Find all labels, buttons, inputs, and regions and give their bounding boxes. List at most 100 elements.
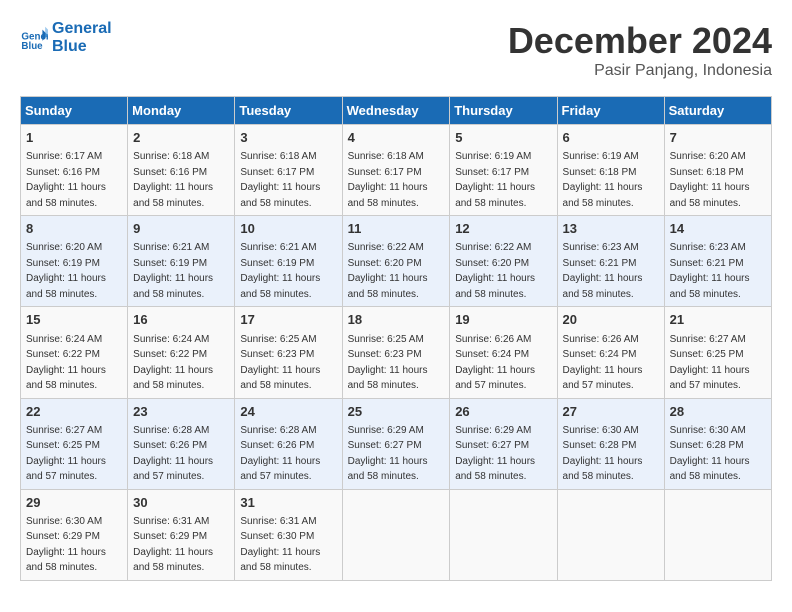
day-info: Sunrise: 6:24 AMSunset: 6:22 PMDaylight:…: [133, 334, 213, 392]
day-info: Sunrise: 6:31 AMSunset: 6:29 PMDaylight:…: [133, 516, 213, 574]
day-number: 8: [26, 220, 122, 238]
calendar-cell: 24 Sunrise: 6:28 AMSunset: 6:26 PMDayligh…: [235, 398, 342, 489]
calendar-header-row: SundayMondayTuesdayWednesdayThursdayFrid…: [21, 97, 772, 125]
calendar-week-row: 22 Sunrise: 6:27 AMSunset: 6:25 PMDayligh…: [21, 398, 772, 489]
calendar-cell: 28 Sunrise: 6:30 AMSunset: 6:28 PMDayligh…: [664, 398, 771, 489]
calendar-cell: 26 Sunrise: 6:29 AMSunset: 6:27 PMDayligh…: [450, 398, 557, 489]
day-number: 29: [26, 494, 122, 512]
day-info: Sunrise: 6:30 AMSunset: 6:29 PMDaylight:…: [26, 516, 106, 574]
col-header-saturday: Saturday: [664, 97, 771, 125]
col-header-monday: Monday: [128, 97, 235, 125]
calendar-cell: 14 Sunrise: 6:23 AMSunset: 6:21 PMDayligh…: [664, 216, 771, 307]
calendar-cell: 31 Sunrise: 6:31 AMSunset: 6:30 PMDayligh…: [235, 489, 342, 580]
col-header-tuesday: Tuesday: [235, 97, 342, 125]
day-info: Sunrise: 6:23 AMSunset: 6:21 PMDaylight:…: [670, 242, 750, 300]
day-info: Sunrise: 6:29 AMSunset: 6:27 PMDaylight:…: [455, 425, 535, 483]
calendar-cell: 17 Sunrise: 6:25 AMSunset: 6:23 PMDayligh…: [235, 307, 342, 398]
day-number: 6: [563, 129, 659, 147]
day-number: 23: [133, 403, 229, 421]
calendar-cell: [450, 489, 557, 580]
calendar-week-row: 29 Sunrise: 6:30 AMSunset: 6:29 PMDayligh…: [21, 489, 772, 580]
day-number: 20: [563, 311, 659, 329]
day-info: Sunrise: 6:18 AMSunset: 6:17 PMDaylight:…: [240, 151, 320, 209]
day-info: Sunrise: 6:19 AMSunset: 6:18 PMDaylight:…: [563, 151, 643, 209]
day-info: Sunrise: 6:30 AMSunset: 6:28 PMDaylight:…: [670, 425, 750, 483]
day-number: 21: [670, 311, 766, 329]
day-info: Sunrise: 6:22 AMSunset: 6:20 PMDaylight:…: [455, 242, 535, 300]
day-info: Sunrise: 6:28 AMSunset: 6:26 PMDaylight:…: [240, 425, 320, 483]
calendar-cell: 5Sunrise: 6:19 AMSunset: 6:17 PMDaylight…: [450, 125, 557, 216]
day-info: Sunrise: 6:25 AMSunset: 6:23 PMDaylight:…: [240, 334, 320, 392]
col-header-wednesday: Wednesday: [342, 97, 450, 125]
day-info: Sunrise: 6:23 AMSunset: 6:21 PMDaylight:…: [563, 242, 643, 300]
day-info: Sunrise: 6:31 AMSunset: 6:30 PMDaylight:…: [240, 516, 320, 574]
day-info: Sunrise: 6:26 AMSunset: 6:24 PMDaylight:…: [563, 334, 643, 392]
day-number: 28: [670, 403, 766, 421]
day-info: Sunrise: 6:20 AMSunset: 6:19 PMDaylight:…: [26, 242, 106, 300]
day-info: Sunrise: 6:17 AMSunset: 6:16 PMDaylight:…: [26, 151, 106, 209]
calendar-week-row: 15 Sunrise: 6:24 AMSunset: 6:22 PMDayligh…: [21, 307, 772, 398]
day-number: 3: [240, 129, 336, 147]
day-number: 24: [240, 403, 336, 421]
calendar-cell: 22 Sunrise: 6:27 AMSunset: 6:25 PMDayligh…: [21, 398, 128, 489]
title-area: December 2024 Pasir Panjang, Indonesia: [508, 20, 772, 80]
day-info: Sunrise: 6:27 AMSunset: 6:25 PMDaylight:…: [26, 425, 106, 483]
calendar-cell: 19Sunrise: 6:26 AMSunset: 6:24 PMDayligh…: [450, 307, 557, 398]
day-number: 5: [455, 129, 551, 147]
calendar-cell: 20 Sunrise: 6:26 AMSunset: 6:24 PMDayligh…: [557, 307, 664, 398]
day-number: 27: [563, 403, 659, 421]
day-info: Sunrise: 6:18 AMSunset: 6:16 PMDaylight:…: [133, 151, 213, 209]
day-number: 16: [133, 311, 229, 329]
day-number: 1: [26, 129, 122, 147]
day-number: 26: [455, 403, 551, 421]
day-info: Sunrise: 6:25 AMSunset: 6:23 PMDaylight:…: [348, 334, 428, 392]
day-number: 12: [455, 220, 551, 238]
day-number: 14: [670, 220, 766, 238]
calendar-cell: 13Sunrise: 6:23 AMSunset: 6:21 PMDayligh…: [557, 216, 664, 307]
calendar-cell: 27Sunrise: 6:30 AMSunset: 6:28 PMDayligh…: [557, 398, 664, 489]
day-number: 18: [348, 311, 445, 329]
calendar-cell: 25 Sunrise: 6:29 AMSunset: 6:27 PMDayligh…: [342, 398, 450, 489]
day-number: 22: [26, 403, 122, 421]
day-number: 25: [348, 403, 445, 421]
calendar-cell: 10 Sunrise: 6:21 AMSunset: 6:19 PMDayligh…: [235, 216, 342, 307]
calendar-cell: 4Sunrise: 6:18 AMSunset: 6:17 PMDaylight…: [342, 125, 450, 216]
calendar-cell: 7 Sunrise: 6:20 AMSunset: 6:18 PMDaylight…: [664, 125, 771, 216]
location-title: Pasir Panjang, Indonesia: [508, 62, 772, 80]
day-info: Sunrise: 6:21 AMSunset: 6:19 PMDaylight:…: [240, 242, 320, 300]
day-info: Sunrise: 6:28 AMSunset: 6:26 PMDaylight:…: [133, 425, 213, 483]
day-number: 9: [133, 220, 229, 238]
svg-text:Blue: Blue: [21, 41, 43, 52]
calendar-cell: 23 Sunrise: 6:28 AMSunset: 6:26 PMDayligh…: [128, 398, 235, 489]
calendar-cell: 2Sunrise: 6:18 AMSunset: 6:16 PMDaylight…: [128, 125, 235, 216]
day-number: 30: [133, 494, 229, 512]
col-header-sunday: Sunday: [21, 97, 128, 125]
day-info: Sunrise: 6:27 AMSunset: 6:25 PMDaylight:…: [670, 334, 750, 392]
calendar-cell: 8 Sunrise: 6:20 AMSunset: 6:19 PMDaylight…: [21, 216, 128, 307]
day-info: Sunrise: 6:24 AMSunset: 6:22 PMDaylight:…: [26, 334, 106, 392]
day-number: 15: [26, 311, 122, 329]
calendar-cell: 11Sunrise: 6:22 AMSunset: 6:20 PMDayligh…: [342, 216, 450, 307]
calendar-table: SundayMondayTuesdayWednesdayThursdayFrid…: [20, 96, 772, 581]
calendar-cell: [664, 489, 771, 580]
day-number: 11: [348, 220, 445, 238]
day-info: Sunrise: 6:29 AMSunset: 6:27 PMDaylight:…: [348, 425, 428, 483]
logo-text-general: General: [52, 20, 112, 38]
calendar-cell: [342, 489, 450, 580]
day-number: 10: [240, 220, 336, 238]
day-info: Sunrise: 6:20 AMSunset: 6:18 PMDaylight:…: [670, 151, 750, 209]
calendar-cell: 29 Sunrise: 6:30 AMSunset: 6:29 PMDayligh…: [21, 489, 128, 580]
calendar-cell: 21 Sunrise: 6:27 AMSunset: 6:25 PMDayligh…: [664, 307, 771, 398]
day-number: 31: [240, 494, 336, 512]
calendar-cell: 15 Sunrise: 6:24 AMSunset: 6:22 PMDayligh…: [21, 307, 128, 398]
calendar-cell: 18 Sunrise: 6:25 AMSunset: 6:23 PMDayligh…: [342, 307, 450, 398]
day-number: 17: [240, 311, 336, 329]
page-header: General Blue General Blue December 2024 …: [20, 20, 772, 80]
calendar-cell: 12 Sunrise: 6:22 AMSunset: 6:20 PMDayligh…: [450, 216, 557, 307]
day-number: 4: [348, 129, 445, 147]
calendar-week-row: 1 Sunrise: 6:17 AMSunset: 6:16 PMDaylight…: [21, 125, 772, 216]
day-number: 7: [670, 129, 766, 147]
month-title: December 2024: [508, 20, 772, 62]
day-number: 19: [455, 311, 551, 329]
logo-text-blue: Blue: [52, 38, 112, 56]
